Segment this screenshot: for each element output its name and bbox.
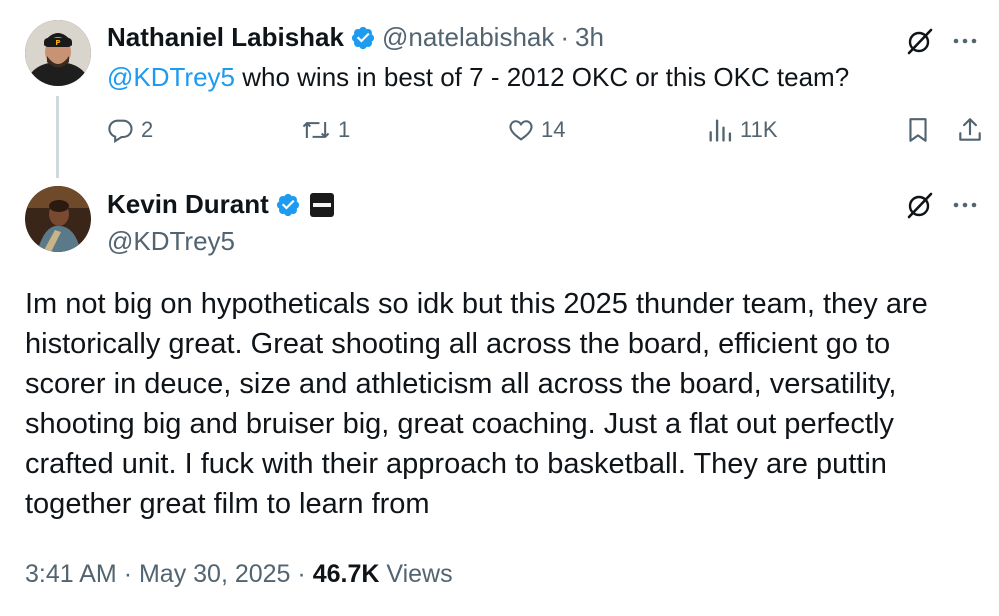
separator-dot: · xyxy=(560,22,570,52)
more-icon[interactable] xyxy=(953,201,977,209)
thread-line xyxy=(56,96,59,178)
author-handle[interactable]: @KDTrey5 xyxy=(107,226,235,257)
grok-icon[interactable] xyxy=(905,190,935,220)
repost-icon xyxy=(300,116,332,144)
verified-badge-icon xyxy=(350,25,376,51)
like-count: 14 xyxy=(541,117,566,142)
views-button[interactable]: 11K xyxy=(706,116,778,144)
repost-count: 1 xyxy=(338,117,351,142)
main-header: Kevin Durant xyxy=(107,189,335,220)
author-name[interactable]: Nathaniel Labishak xyxy=(107,22,344,53)
like-icon xyxy=(507,116,535,144)
reply-tweet-text: @KDTrey5 who wins in best of 7 - 2012 OK… xyxy=(107,62,849,93)
bookmark-icon[interactable] xyxy=(905,116,931,144)
mention-link[interactable]: @KDTrey5 xyxy=(107,62,235,92)
grok-icon[interactable] xyxy=(905,26,935,56)
avatar-kevin-durant[interactable] xyxy=(25,186,91,252)
affiliate-badge-icon[interactable] xyxy=(309,192,335,218)
separator-dot: · xyxy=(123,560,133,588)
views-count: 11K xyxy=(740,117,778,142)
views-count: 46.7K xyxy=(312,560,380,588)
timestamp[interactable]: 3h xyxy=(575,22,604,53)
reply-header: Nathaniel Labishak @natelabishak · 3h xyxy=(107,22,604,53)
reply-count: 2 xyxy=(141,117,154,142)
avatar-nathaniel[interactable]: P xyxy=(25,20,91,86)
like-button[interactable]: 14 xyxy=(507,116,565,144)
separator-dot: · xyxy=(297,560,306,588)
verified-badge-icon xyxy=(275,192,301,218)
tweet-meta: 3:41 AM · May 30, 2025 · 46.7K Views xyxy=(25,560,453,589)
author-name[interactable]: Kevin Durant xyxy=(107,189,269,220)
views-icon xyxy=(706,116,734,144)
reply-text-body: who wins in best of 7 - 2012 OKC or this… xyxy=(235,62,850,92)
tweet-date[interactable]: May 30, 2025 xyxy=(139,560,291,588)
author-handle[interactable]: @natelabishak xyxy=(382,22,554,53)
tweet-time[interactable]: 3:41 AM xyxy=(25,560,117,588)
svg-text:P: P xyxy=(55,39,60,47)
repost-button[interactable]: 1 xyxy=(300,116,350,144)
tweet-body-text: Im not big on hypotheticals so idk but t… xyxy=(25,288,928,520)
views-label: Views xyxy=(386,560,453,588)
more-icon[interactable] xyxy=(953,37,977,45)
reply-icon xyxy=(107,116,135,144)
share-icon[interactable] xyxy=(957,116,983,144)
reply-button[interactable]: 2 xyxy=(107,116,153,144)
